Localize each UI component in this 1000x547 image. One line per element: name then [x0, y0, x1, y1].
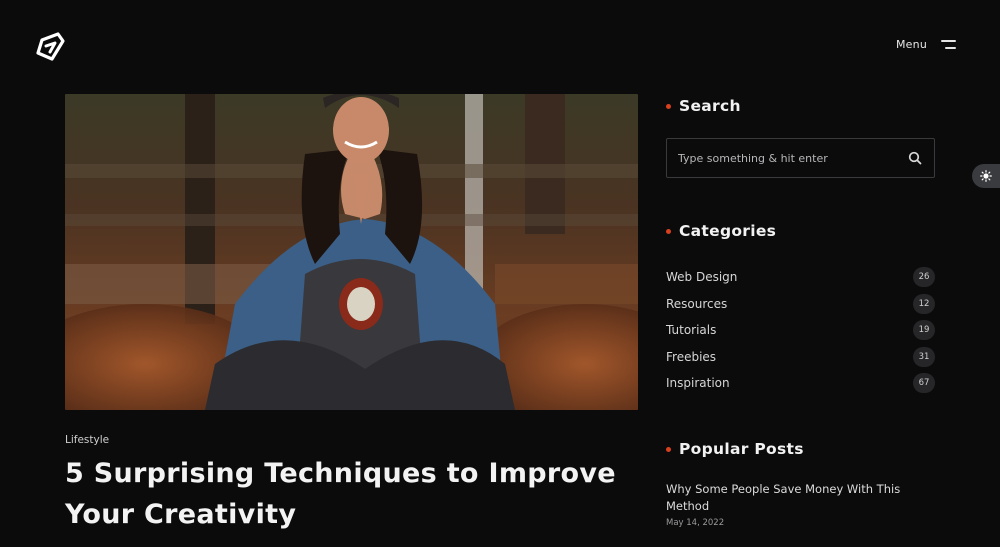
popular-post-title[interactable]: Why Some People Save Money With This Met… — [666, 481, 926, 514]
category-item-inspiration[interactable]: Inspiration 67 — [666, 370, 935, 397]
category-count-badge: 67 — [913, 373, 935, 394]
search-title-text: Search — [679, 97, 741, 115]
popular-posts-widget-title: Popular Posts — [666, 440, 804, 458]
category-list: Web Design 26 Resources 12 Tutorials 19 … — [666, 264, 935, 397]
category-name: Freebies — [666, 349, 717, 364]
category-item-freebies[interactable]: Freebies 31 — [666, 344, 935, 371]
category-item-web-design[interactable]: Web Design 26 — [666, 264, 935, 291]
category-name: Web Design — [666, 270, 738, 285]
post-title[interactable]: 5 Surprising Techniques to Improve Your … — [65, 453, 625, 535]
search-box — [666, 138, 935, 178]
theme-toggle-icon — [980, 170, 992, 182]
category-count-badge: 19 — [913, 320, 935, 341]
category-count-badge: 26 — [913, 267, 935, 288]
popular-posts-title-text: Popular Posts — [679, 440, 804, 458]
site-logo[interactable] — [34, 29, 68, 63]
search-icon[interactable] — [908, 151, 922, 165]
brand-logo-icon — [36, 32, 65, 61]
search-input[interactable] — [678, 151, 908, 165]
category-count-badge: 12 — [913, 293, 935, 314]
popular-post-date: May 14, 2022 — [666, 518, 725, 528]
featured-photo — [65, 94, 638, 410]
category-item-resources[interactable]: Resources 12 — [666, 291, 935, 318]
accent-dot — [666, 228, 671, 234]
theme-toggle-button[interactable] — [972, 164, 1000, 188]
post-category[interactable]: Lifestyle — [65, 434, 109, 446]
featured-image[interactable] — [65, 94, 638, 410]
category-name: Tutorials — [666, 323, 717, 338]
hamburger-icon — [941, 40, 956, 49]
accent-dot — [666, 103, 671, 109]
category-name: Resources — [666, 296, 728, 311]
category-item-tutorials[interactable]: Tutorials 19 — [666, 317, 935, 344]
search-widget-title: Search — [666, 97, 741, 115]
menu-toggle[interactable]: Menu — [896, 38, 956, 51]
menu-label: Menu — [895, 38, 927, 51]
categories-title-text: Categories — [679, 222, 777, 240]
accent-dot — [666, 446, 671, 452]
category-name: Inspiration — [666, 376, 730, 391]
category-count-badge: 31 — [913, 346, 935, 367]
categories-widget-title: Categories — [666, 222, 776, 240]
